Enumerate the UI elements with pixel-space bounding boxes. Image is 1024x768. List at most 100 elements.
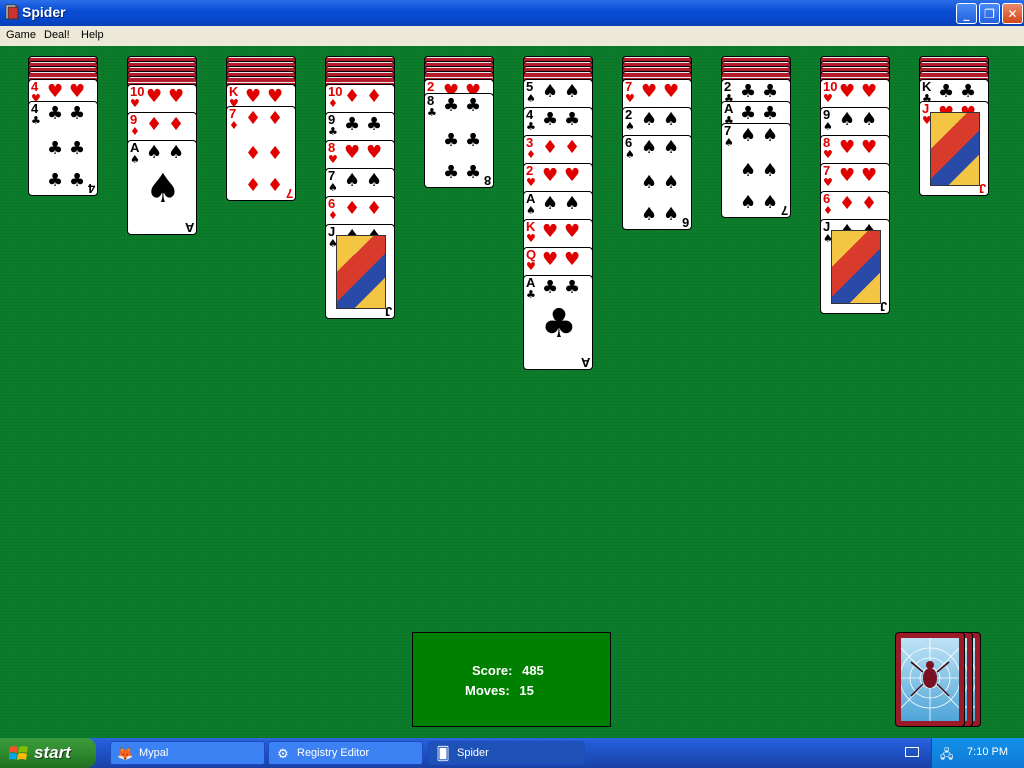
card-suit-icon: ♣ (526, 288, 536, 301)
card-pip-icon: ♣ (69, 103, 86, 124)
card-pip-icon: ♣ (47, 138, 64, 159)
score-panel[interactable]: Score: 485 Moves: 15 (412, 632, 611, 727)
browser-icon: 🦊 (117, 746, 134, 761)
card-pip-icon: ♣ (69, 170, 86, 191)
card-pip-icon: ♠ (641, 204, 658, 225)
card-pip-icon: ♥ (641, 81, 658, 102)
card-pip-icon: ♠ (564, 193, 581, 214)
card[interactable]: 7 ♠ ♠ ♠ ♠ ♠ ♠ ♠ 7 (721, 123, 791, 218)
menu-help[interactable]: Help (81, 29, 104, 41)
card[interactable]: 4 ♣ ♣ ♣ ♣ ♣ ♣ ♣ 4 (28, 101, 98, 196)
taskbar-item-spider[interactable]: 🂠 Spider (428, 741, 585, 765)
card-pip-icon: ♣ (762, 103, 779, 124)
card-pip-icon: ♥ (344, 142, 361, 163)
card-pip-icon: ♠ (542, 81, 559, 102)
card-pip-icon: ♥ (839, 137, 856, 158)
card-pip-icon: ♦ (861, 193, 878, 214)
card-suit-icon: ♣ (328, 125, 338, 138)
card-pip-icon: ♣ (443, 162, 460, 183)
card-pip-icon: ♠ (762, 160, 779, 181)
card-pip-icon: ♣ (465, 162, 482, 183)
card-pip-icon: ♣ (47, 170, 64, 191)
card-rank-corner: A (184, 220, 194, 235)
keyboard-icon[interactable] (905, 747, 919, 757)
taskbar-item-registry-editor[interactable]: ⚙ Registry Editor (268, 741, 423, 765)
start-label: start (34, 743, 71, 762)
card[interactable]: J♠♠♠J (820, 219, 890, 314)
card-pip-icon: ♦ (146, 114, 163, 135)
registry-icon: ⚙ (277, 746, 289, 761)
card-suit-icon: ♦ (526, 148, 536, 161)
card-pip-icon: ♦ (366, 86, 383, 107)
card-pip-icon: ♠ (146, 142, 163, 163)
card-pip-icon: ♣ (465, 95, 482, 116)
card-pip-icon: ♠ (740, 125, 757, 146)
card-suit-icon: ♠ (328, 181, 338, 194)
card-pip-icon: ♣ (69, 138, 86, 159)
card-pip-icon: ♣ (366, 114, 383, 135)
menu-deal[interactable]: Deal! (44, 29, 70, 41)
moves-label: Moves: (465, 683, 510, 698)
maximize-button[interactable]: ❐ (979, 3, 1000, 24)
taskbar: start 🦊 Mypal ⚙ Registry Editor 🂠 Spider… (0, 738, 1024, 768)
card-pip-icon: ♣ (47, 103, 64, 124)
start-button[interactable]: start (0, 738, 96, 768)
card-pip-icon: ♠ (762, 192, 779, 213)
card-suit-icon: ♠ (625, 148, 635, 161)
taskbar-item-mypal[interactable]: 🦊 Mypal (110, 741, 265, 765)
card-pip-icon: ♣ (762, 81, 779, 102)
card-pip-icon: ♥ (564, 249, 581, 270)
card-pip-icon: ♥ (366, 142, 383, 163)
card-pip-icon: ♠ (740, 192, 757, 213)
ace-pip-icon: ♠ (145, 166, 181, 212)
card-pip-icon: ♣ (564, 109, 581, 130)
close-button[interactable]: ✕ (1002, 3, 1023, 24)
card[interactable]: J♠♠♠J (325, 224, 395, 319)
card-pip-icon: ♥ (542, 221, 559, 242)
card-pip-icon: ♥ (168, 86, 185, 107)
card-rank-corner: J (879, 299, 887, 314)
moves-value: 15 (519, 683, 534, 698)
card-pip-icon: ♠ (641, 137, 658, 158)
card-pip-icon: ♠ (641, 172, 658, 193)
card-pip-icon: ♥ (542, 165, 559, 186)
card[interactable]: J♥♥♥J (919, 101, 989, 196)
card[interactable]: 8 ♣ ♣ ♣ ♣ ♣ ♣ ♣ 8 (424, 93, 494, 188)
card[interactable]: A ♣ ♣ ♣ ♣ A (523, 275, 593, 370)
card-pip-icon: ♥ (839, 81, 856, 102)
minimize-button[interactable]: _ (956, 3, 977, 24)
card-pip-icon: ♥ (245, 86, 262, 107)
card-pip-icon: ♦ (366, 198, 383, 219)
card-pip-icon: ♥ (542, 249, 559, 270)
card-pip-icon: ♠ (366, 170, 383, 191)
card-suit-icon: ♥ (328, 153, 338, 166)
card-pip-icon: ♦ (245, 108, 262, 129)
card-pip-icon: ♣ (443, 95, 460, 116)
card-pip-icon: ♥ (861, 137, 878, 158)
card-suit-icon: ♥ (130, 97, 140, 110)
court-card-portrait (336, 235, 386, 309)
card-pip-icon: ♠ (344, 170, 361, 191)
menu-bar: Game Deal! Help (0, 26, 1024, 46)
card-pip-icon: ♠ (663, 172, 680, 193)
card-pip-icon: ♠ (663, 109, 680, 130)
card-pip-icon: ♠ (663, 137, 680, 158)
network-icon[interactable]: 🖧 (940, 745, 953, 766)
menu-game[interactable]: Game (6, 29, 36, 41)
card-pip-icon: ♦ (245, 175, 262, 196)
card-pip-icon: ♠ (740, 160, 757, 181)
card[interactable]: A ♠ ♠ ♠ ♠ A (127, 140, 197, 235)
card-pip-icon: ♦ (839, 193, 856, 214)
court-card-portrait (930, 112, 980, 186)
stock-card[interactable] (895, 632, 965, 727)
card-pip-icon: ♠ (839, 109, 856, 130)
card-pip-icon: ♣ (443, 130, 460, 151)
score-value: 485 (522, 663, 544, 678)
card[interactable]: 7 ♦ ♦ ♦ ♦ ♦ ♦ ♦ 7 (226, 106, 296, 201)
card-rank-corner: A (580, 355, 590, 370)
card-suit-icon: ♥ (823, 176, 833, 189)
card-pip-icon: ♥ (663, 81, 680, 102)
card[interactable]: 6 ♠ ♠ ♠ ♠ ♠ ♠ ♠ 6 (622, 135, 692, 230)
card-pip-icon: ♥ (146, 86, 163, 107)
card-pip-icon: ♦ (267, 143, 284, 164)
